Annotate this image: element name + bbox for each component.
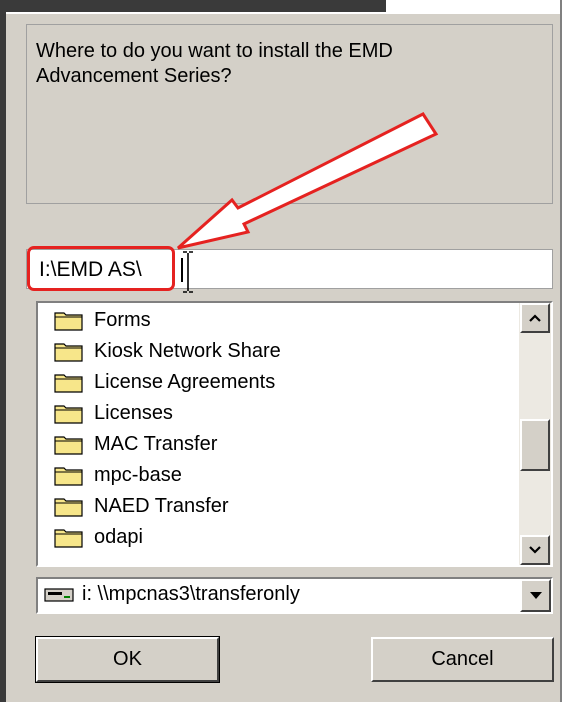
folder-icon	[54, 374, 83, 393]
folder-label: Kiosk Network Share	[94, 339, 281, 362]
folder-label: Forms	[94, 308, 151, 331]
scroll-down-button[interactable]	[520, 535, 550, 565]
folder-label: NAED Transfer	[94, 494, 229, 517]
folder-label: Licenses	[94, 401, 173, 424]
ok-button[interactable]: OK	[35, 636, 220, 683]
folder-list[interactable]: Forms Kiosk Network Share License Agreem…	[36, 301, 553, 567]
folder-icon	[54, 312, 83, 331]
folder-icon	[54, 467, 83, 486]
window-right-border	[562, 0, 571, 702]
folder-label: odapi	[94, 525, 143, 548]
drive-select[interactable]: i: \\mpcnas3\transferonly	[36, 577, 553, 614]
window-top-strip	[0, 0, 571, 14]
list-item[interactable]: mpc-base	[54, 460, 182, 490]
drive-dropdown-button[interactable]	[520, 579, 551, 612]
folder-icon	[54, 436, 83, 455]
folder-icon	[54, 405, 83, 424]
list-item[interactable]: Forms	[54, 305, 151, 335]
network-drive-icon	[44, 588, 74, 602]
folder-label: mpc-base	[94, 463, 182, 486]
annotation-highlight-box	[27, 246, 175, 291]
prompt-panel: Where to do you want to install the EMD …	[26, 24, 553, 204]
dropdown-arrow-icon	[529, 592, 542, 599]
scroll-up-button[interactable]	[520, 303, 550, 333]
ibeam-cursor-icon	[183, 251, 193, 293]
prompt-text-line-2: Advancement Series?	[36, 65, 232, 87]
chevron-down-icon	[529, 546, 541, 554]
list-item[interactable]: License Agreements	[54, 367, 275, 397]
install-location-dialog: Where to do you want to install the EMD …	[0, 0, 571, 702]
folder-list-scrollbar[interactable]	[519, 303, 551, 565]
list-item[interactable]: Licenses	[54, 398, 173, 428]
list-item[interactable]: NAED Transfer	[54, 491, 228, 521]
window-left-border	[0, 0, 6, 702]
list-item[interactable]: Kiosk Network Share	[54, 336, 281, 366]
chevron-up-icon	[529, 314, 541, 322]
list-item[interactable]: odapi	[54, 522, 143, 552]
list-item[interactable]: MAC Transfer	[54, 429, 217, 459]
folder-icon	[54, 343, 83, 362]
folder-label: License Agreements	[94, 370, 276, 393]
cancel-button[interactable]: Cancel	[371, 637, 554, 682]
window-title-edge	[6, 0, 386, 12]
drive-select-value: i: \\mpcnas3\transferonly	[82, 583, 300, 605]
scroll-thumb[interactable]	[520, 419, 550, 471]
prompt-text-line-1: Where to do you want to install the EMD	[36, 40, 393, 62]
folder-label: MAC Transfer	[94, 432, 218, 455]
folder-icon	[54, 529, 83, 548]
folder-icon	[54, 498, 83, 517]
